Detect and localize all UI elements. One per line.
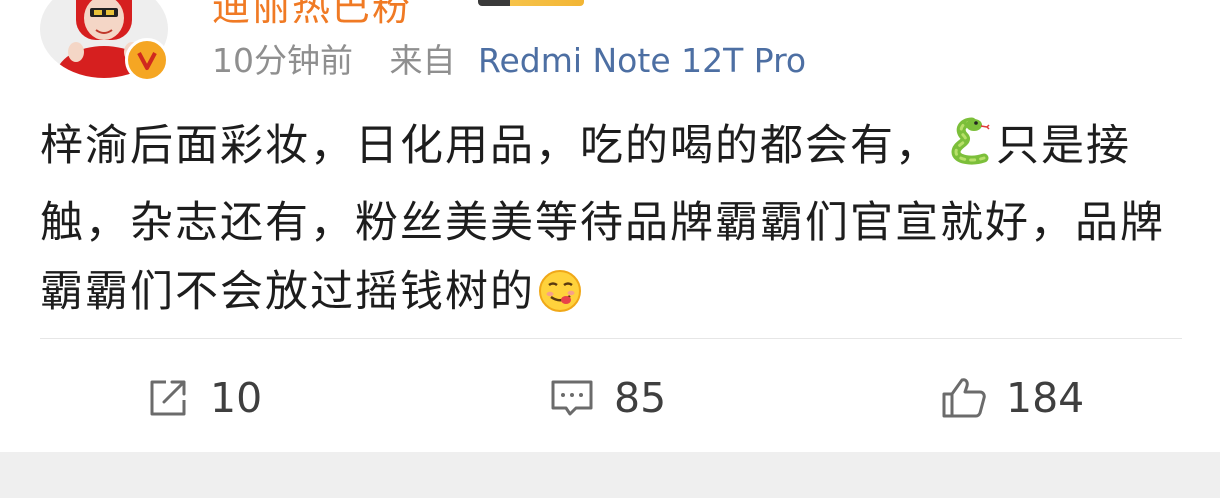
device-link[interactable]: Redmi Note 12T Pro — [478, 41, 806, 80]
post-text-part1: 梓渝后面彩妆，日化用品，吃的喝的都会有， — [40, 121, 940, 171]
repost-count: 10 — [210, 374, 263, 422]
comment-icon — [551, 380, 593, 416]
member-badge-icon — [478, 0, 584, 6]
verified-badge-icon — [125, 38, 169, 82]
comment-button[interactable]: 85 — [548, 370, 666, 426]
thumbs-up-icon — [942, 378, 986, 418]
weibo-post: 迪丽热巴粉 10分钟前 来自 Redmi Note 12T Pro 梓渝后面彩妆… — [0, 0, 1220, 452]
snake-emoji-icon — [942, 116, 994, 189]
share-icon — [150, 380, 186, 416]
post-content: 梓渝后面彩妆，日化用品，吃的喝的都会有， 只是接触，杂志还有，粉丝美美等待品牌霸… — [40, 112, 1190, 335]
drooling-face-emoji-icon — [537, 266, 583, 335]
post-time: 10分钟前 — [212, 41, 353, 80]
username[interactable]: 迪丽热巴粉 — [212, 0, 412, 31]
like-button[interactable]: 184 — [940, 370, 1084, 426]
feed-gap — [0, 452, 1220, 498]
post-meta: 10分钟前 来自 Redmi Note 12T Pro — [212, 34, 806, 82]
comment-count: 85 — [614, 374, 667, 422]
source-label: 来自 — [389, 41, 456, 80]
divider — [40, 338, 1182, 339]
like-count: 184 — [1006, 374, 1085, 422]
repost-button[interactable]: 10 — [144, 370, 262, 426]
